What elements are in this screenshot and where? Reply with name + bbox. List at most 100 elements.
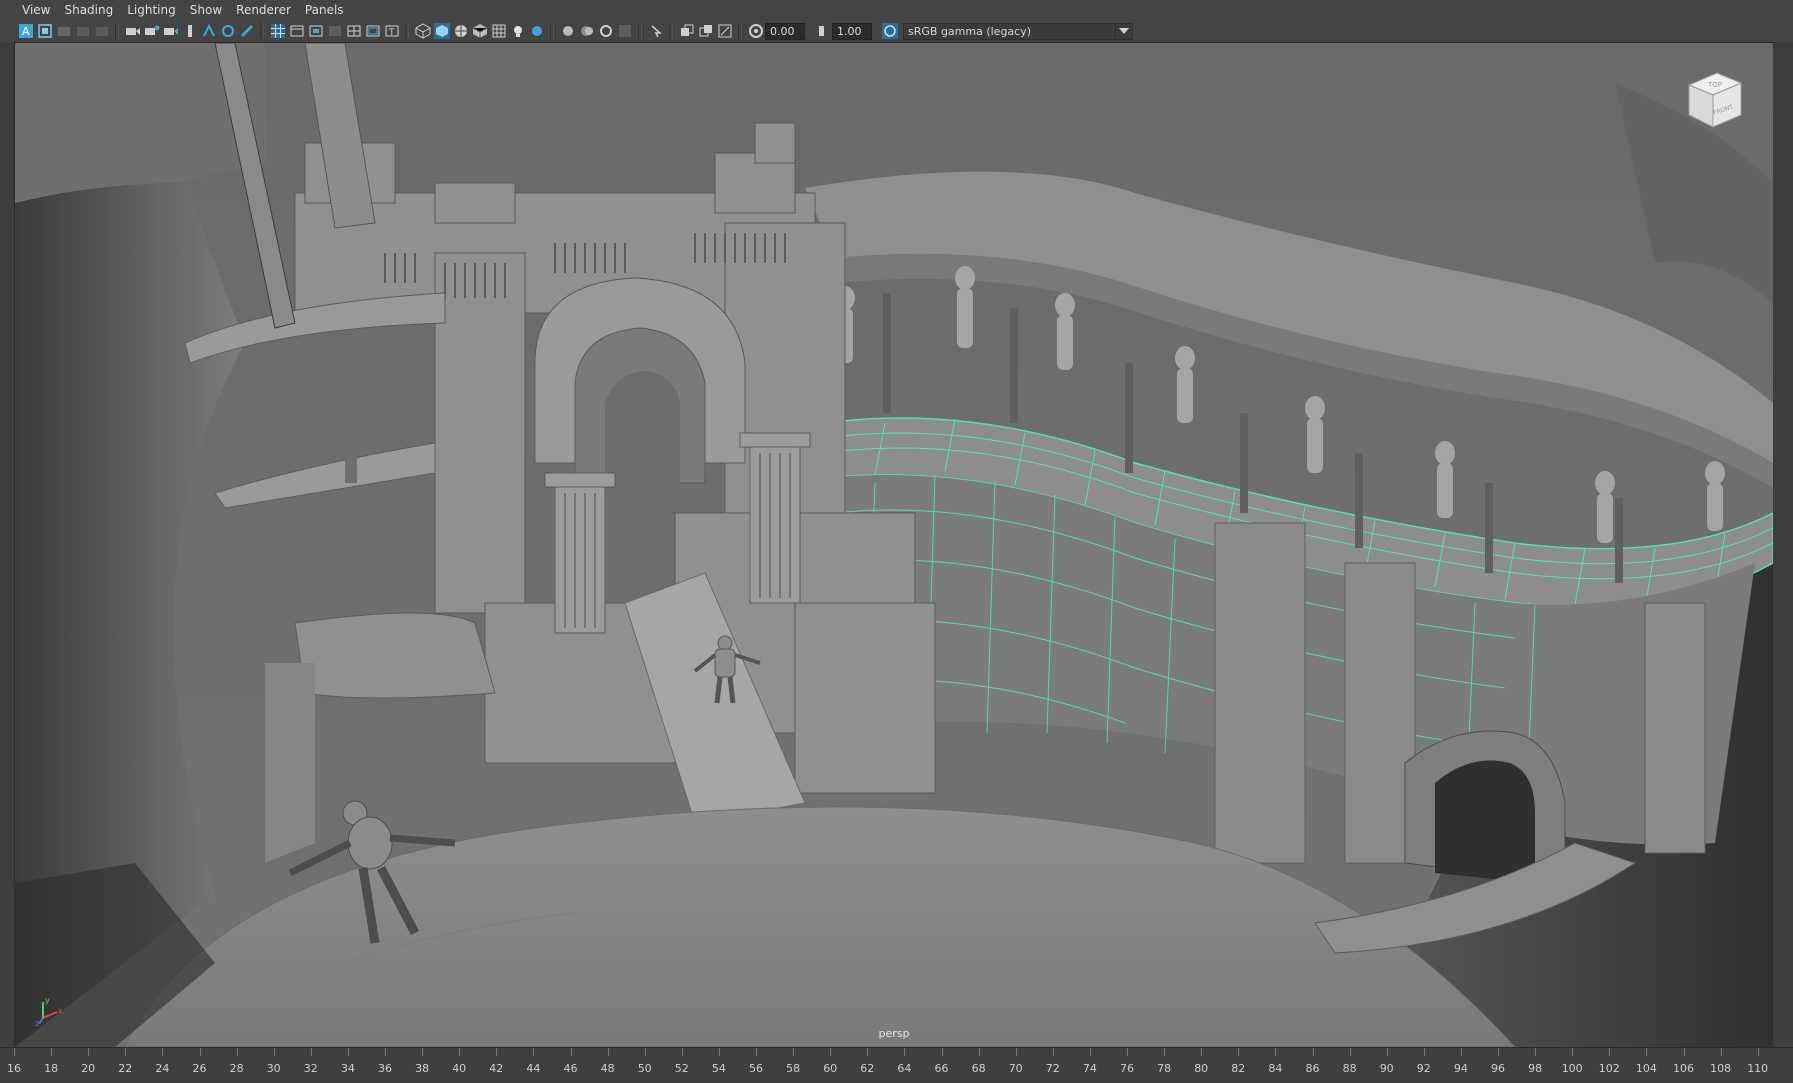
left-edge-strip: [0, 42, 14, 1046]
timeline-tick-label: 54: [711, 1062, 726, 1075]
film-gate-icon[interactable]: [289, 23, 305, 39]
timeline-tick-label: 78: [1157, 1062, 1172, 1075]
timeline-tick-mark: [1498, 1048, 1499, 1056]
maya-window: View Shading Lighting Show Renderer Pane…: [0, 0, 1793, 1083]
menu-show[interactable]: Show: [183, 3, 229, 17]
field-chart-icon[interactable]: [346, 23, 362, 39]
color-management-icon[interactable]: [881, 23, 898, 39]
timeline-tick-mark: [978, 1048, 980, 1056]
timeline-tick-label: 72: [1045, 1062, 1060, 1075]
right-edge-strip[interactable]: [1773, 42, 1793, 1046]
paint-effects-icon[interactable]: [239, 23, 255, 39]
textured-icon[interactable]: [472, 23, 488, 39]
timeline-tick-label: 106: [1673, 1062, 1694, 1075]
motion-blur-icon[interactable]: [560, 23, 576, 39]
grease-pencil-icon[interactable]: [182, 23, 198, 39]
timeline-tick-label: 108: [1710, 1062, 1732, 1075]
camera-attributes-icon[interactable]: [125, 23, 141, 39]
timeline-tick-label: 22: [118, 1062, 133, 1075]
gamma-icon[interactable]: [815, 23, 831, 39]
exposure-field[interactable]: 0.00: [765, 22, 805, 40]
timeline-tick-mark: [756, 1048, 757, 1056]
view-transform-dropdown[interactable]: sRGB gamma (legacy): [903, 22, 1133, 40]
timeline-tick-mark: [644, 1048, 646, 1056]
timeline-tick-mark: [1720, 1048, 1722, 1056]
menu-shading[interactable]: Shading: [57, 3, 120, 17]
shadows-icon[interactable]: [510, 23, 526, 39]
wireframe-on-shaded-icon[interactable]: [453, 23, 469, 39]
viewcube-top-label: TOP: [1707, 81, 1722, 89]
safe-title-icon[interactable]: T: [384, 23, 400, 39]
timeline-tick-mark: [459, 1048, 461, 1056]
wireframe-icon[interactable]: [415, 23, 431, 39]
timeline-tick-label: 88: [1342, 1062, 1357, 1075]
timeline-tick-mark: [830, 1048, 832, 1056]
svg-text:z: z: [35, 1019, 39, 1026]
timeline-tick-label: 30: [266, 1062, 281, 1075]
svg-text:T: T: [388, 28, 395, 38]
timeline-tick-mark: [681, 1048, 683, 1056]
select-camera-icon[interactable]: A: [18, 23, 34, 39]
toolbar-divider: [260, 23, 264, 39]
xray-joints-icon[interactable]: [679, 23, 695, 39]
menu-view[interactable]: View: [15, 3, 57, 17]
timeline-tick-label: 44: [526, 1062, 541, 1075]
timeline-tick-label: 34: [340, 1062, 355, 1075]
timeline-tick-mark: [941, 1048, 943, 1056]
depth-of-field-icon[interactable]: [598, 23, 614, 39]
frame-all-icon[interactable]: [37, 23, 53, 39]
safe-action-icon[interactable]: [365, 23, 381, 39]
toolbar-divider: [405, 23, 409, 39]
lock-camera-icon[interactable]: [56, 23, 72, 39]
timeline-tick-label: 48: [600, 1062, 615, 1075]
isolate-select-icon[interactable]: [617, 23, 633, 39]
svg-text:x: x: [58, 1006, 63, 1015]
menu-panels[interactable]: Panels: [298, 3, 351, 17]
use-all-lights-icon[interactable]: [491, 23, 507, 39]
screen-space-ao-icon[interactable]: [529, 23, 545, 39]
gate-mask-icon[interactable]: [220, 23, 236, 39]
svg-text:y: y: [45, 996, 50, 1005]
timeline-tick-label: 28: [229, 1062, 244, 1075]
timeline-tick-mark: [88, 1048, 90, 1056]
menu-lighting[interactable]: Lighting: [120, 3, 183, 17]
timeline-tick-label: 42: [489, 1062, 504, 1075]
multisample-aa-icon[interactable]: [579, 23, 595, 39]
toolbar-divider: [550, 23, 554, 39]
timeline-tick-label: 58: [786, 1062, 801, 1075]
image-plane-icon[interactable]: [94, 23, 110, 39]
resolution-gate-icon[interactable]: [308, 23, 324, 39]
menu-renderer[interactable]: Renderer: [229, 3, 298, 17]
timeline-tick-label: 90: [1379, 1062, 1394, 1075]
persp-viewport[interactable]: TOP FRONT x y z persp: [14, 42, 1774, 1048]
timeline-tick-label: 52: [674, 1062, 689, 1075]
grid-icon[interactable]: [270, 23, 286, 39]
timeline-tick-mark: [51, 1048, 53, 1056]
smooth-shade-icon[interactable]: [433, 23, 450, 39]
xray-icon[interactable]: [648, 23, 664, 39]
timeline-tick-mark: [607, 1048, 609, 1056]
exposure-icon[interactable]: [748, 23, 764, 39]
timeline-tick-mark: [14, 1048, 15, 1056]
gamma-field[interactable]: 1.00: [832, 22, 872, 40]
backface-culling-icon[interactable]: [717, 23, 733, 39]
timeline-tick-mark: [1312, 1048, 1314, 1056]
2d-pan-zoom-icon[interactable]: [201, 23, 217, 39]
timeline-tick-label: 38: [415, 1062, 430, 1075]
timeline-tick-label: 26: [192, 1062, 207, 1075]
camera-bookmarks-icon[interactable]: [144, 23, 160, 39]
panel-toolbar: A T 0.00 1.00 sRGB gamma (legacy): [0, 20, 1793, 42]
camera-pan-icon[interactable]: [163, 23, 179, 39]
bookmark-icon[interactable]: [75, 23, 91, 39]
timeline-tick-label: 20: [81, 1062, 96, 1075]
time-slider[interactable]: 16 18 20 22 24 26 28 30 32 34 36 38 40 42 44 46 48 50 52 54…: [0, 1047, 1793, 1083]
gate-mask-toggle-icon[interactable]: [327, 23, 343, 39]
timeline-tick-label: 64: [897, 1062, 912, 1075]
timeline-tick-mark: [570, 1048, 572, 1056]
timeline-tick-label: 24: [155, 1062, 170, 1075]
toolbar-divider: [738, 23, 742, 39]
viewcube-icon[interactable]: TOP FRONT: [1679, 65, 1749, 139]
timeline-tick-mark: [125, 1048, 127, 1056]
timeline-tick-label: 62: [860, 1062, 875, 1075]
xray-active-components-icon[interactable]: [698, 23, 714, 39]
